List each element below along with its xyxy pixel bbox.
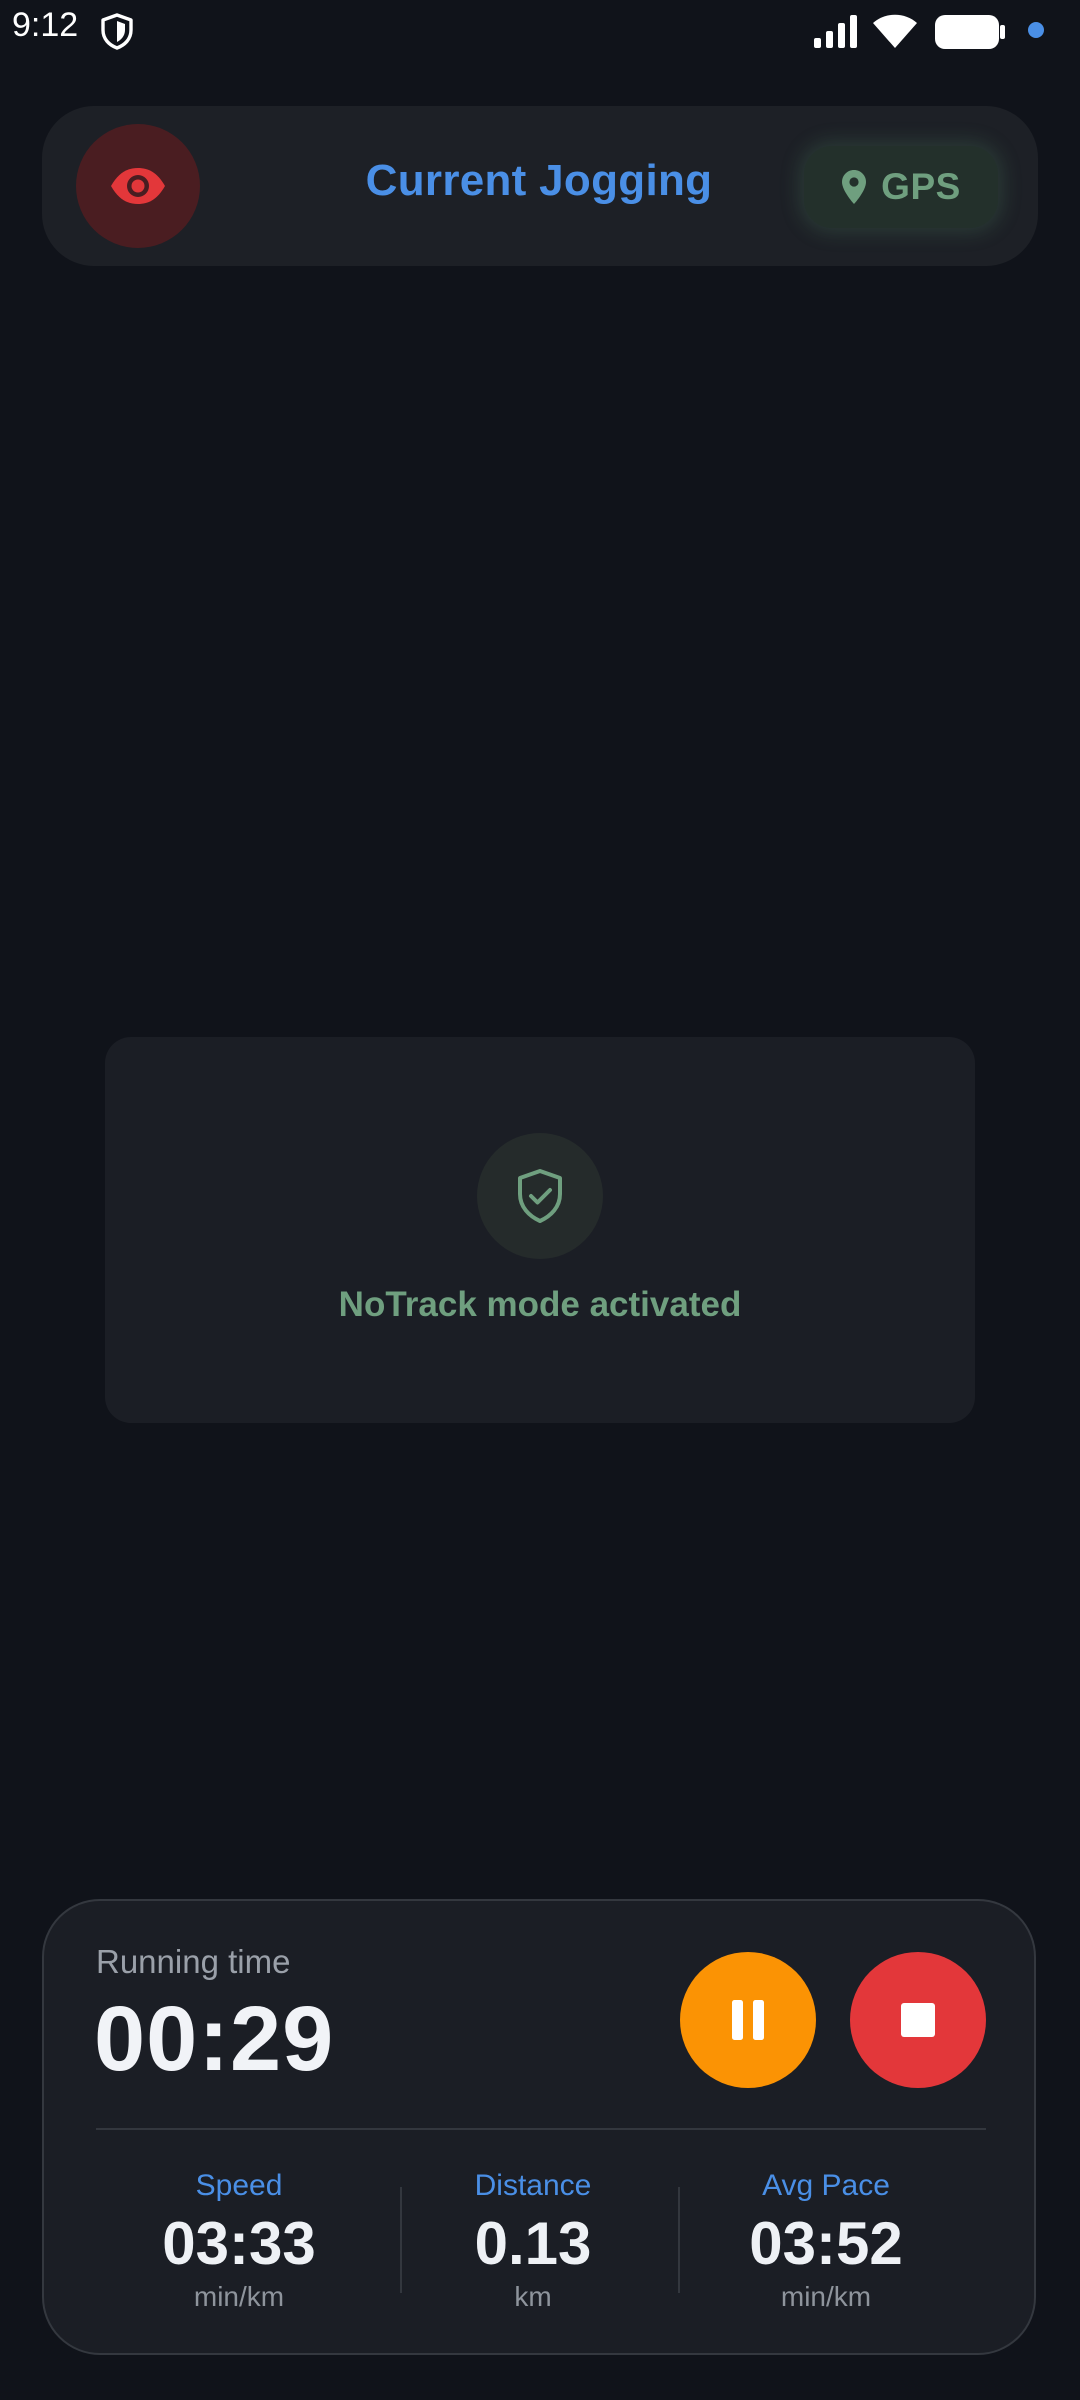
pause-button[interactable]	[680, 1952, 816, 2088]
running-time-value: 00:29	[94, 1988, 335, 2090]
wifi-icon	[873, 14, 917, 48]
session-panel: Running time 00:29 Speed 03:33 min/km Di…	[42, 1899, 1036, 2355]
notrack-message: NoTrack mode activated	[338, 1285, 742, 1324]
gps-status-badge[interactable]: GPS	[804, 146, 998, 228]
notification-dot	[1028, 22, 1044, 38]
panel-divider	[96, 2128, 986, 2130]
battery-icon	[935, 15, 1005, 49]
speed-unit: min/km	[193, 2281, 285, 2312]
avg-pace-unit: min/km	[780, 2281, 872, 2312]
speed-stat: Speed 03:33 min/km	[104, 2169, 374, 2313]
pause-icon	[732, 2000, 764, 2040]
distance-label: Distance	[474, 2169, 592, 2202]
stat-separator	[678, 2187, 680, 2293]
gps-label: GPS	[881, 166, 961, 207]
notrack-card: NoTrack mode activated	[105, 1037, 975, 1423]
distance-unit: km	[514, 2281, 552, 2312]
status-bar: 9:12	[0, 0, 1080, 64]
signal-icon	[814, 15, 857, 48]
distance-stat: Distance 0.13 km	[398, 2169, 668, 2313]
shield-icon	[101, 13, 133, 50]
avg-pace-label: Avg Pace	[762, 2169, 890, 2202]
avg-pace-stat: Avg Pace 03:52 min/km	[691, 2169, 961, 2313]
distance-value: 0.13	[474, 2210, 592, 2277]
location-pin-icon	[842, 170, 867, 204]
visibility-toggle-button[interactable]	[76, 124, 200, 248]
shield-check-icon	[518, 1169, 562, 1223]
speed-value: 03:33	[162, 2210, 316, 2277]
running-time-label: Running time	[96, 1943, 291, 1980]
header-bar: Current Jogging GPS	[42, 106, 1038, 266]
page-title: Current Jogging	[365, 156, 713, 205]
stop-icon	[901, 2003, 935, 2037]
app-screen: 9:12 Current Jogging GPS NoTrack mode ac…	[0, 0, 1080, 2400]
avg-pace-value: 03:52	[749, 2210, 903, 2277]
notrack-icon-container	[477, 1133, 603, 1259]
eye-icon	[111, 168, 165, 204]
stop-button[interactable]	[850, 1952, 986, 2088]
speed-label: Speed	[195, 2169, 283, 2202]
status-time: 9:12	[12, 6, 79, 44]
